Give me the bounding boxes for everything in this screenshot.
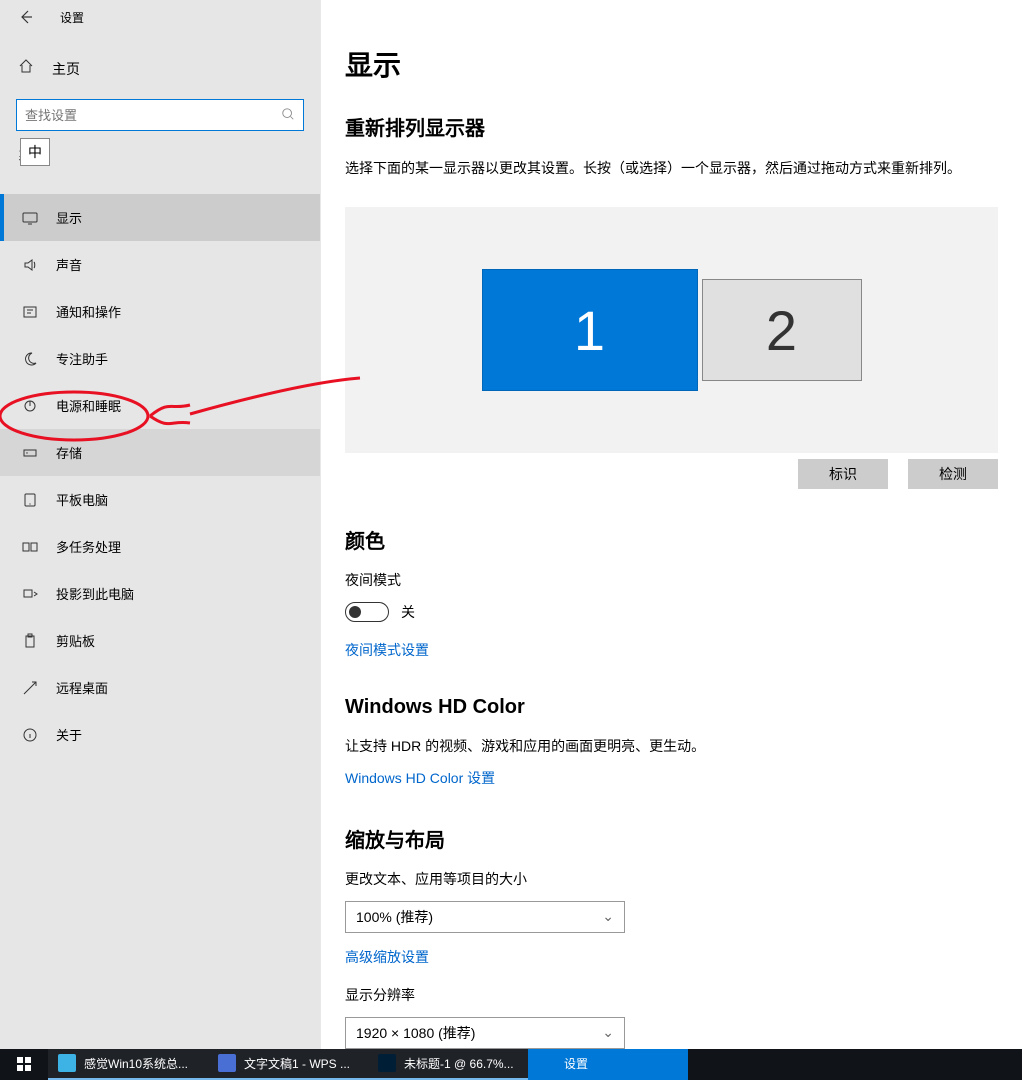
nav-label: 声音 xyxy=(56,255,82,274)
nav-label: 多任务处理 xyxy=(56,537,121,556)
nav-label: 存储 xyxy=(56,443,82,462)
nav-item-9[interactable]: 剪贴板 xyxy=(0,617,320,664)
chevron-down-icon: ⌄ xyxy=(602,908,614,925)
moon-icon xyxy=(22,351,38,367)
monitor-1[interactable]: 1 xyxy=(482,269,698,391)
taskbar-app-1[interactable]: 文字文稿1 - WPS ... xyxy=(208,1049,368,1080)
detect-button[interactable]: 检测 xyxy=(908,459,998,489)
scale-heading: 缩放与布局 xyxy=(345,824,998,853)
resolution-value: 1920 × 1080 (推荐) xyxy=(356,1023,475,1043)
titlebar: 设置 xyxy=(0,0,320,34)
taskbar-label: 感觉Win10系统总... xyxy=(84,1055,188,1072)
hdr-settings-link[interactable]: Windows HD Color 设置 xyxy=(345,770,495,786)
page-title: 显示 xyxy=(345,44,998,84)
nav-item-0[interactable]: 显示 xyxy=(0,194,320,241)
storage-icon xyxy=(22,445,38,461)
window-title: 设置 xyxy=(60,9,84,26)
taskbar-app-0[interactable]: 感觉Win10系统总... xyxy=(48,1049,208,1080)
nav-item-2[interactable]: 通知和操作 xyxy=(0,288,320,335)
project-icon xyxy=(22,586,38,602)
main-content: 显示 重新排列显示器 选择下面的某一显示器以更改其设置。长按（或选择）一个显示器… xyxy=(320,0,1022,1049)
nav-label: 显示 xyxy=(56,208,82,227)
multitask-icon xyxy=(22,539,38,555)
nav-item-3[interactable]: 专注助手 xyxy=(0,335,320,382)
nav-item-10[interactable]: 远程桌面 xyxy=(0,664,320,711)
search-icon xyxy=(281,107,295,124)
browser-icon xyxy=(58,1054,76,1072)
taskbar: 感觉Win10系统总... 文字文稿1 - WPS ... 未标题-1 @ 66.7… xyxy=(0,1049,1022,1080)
ps-icon xyxy=(378,1054,396,1072)
nav-item-11[interactable]: 关于 xyxy=(0,711,320,758)
gear-icon xyxy=(538,1054,556,1072)
nav-item-6[interactable]: 平板电脑 xyxy=(0,476,320,523)
power-icon xyxy=(22,398,38,414)
text-size-dropdown[interactable]: 100% (推荐) ⌄ xyxy=(345,901,625,933)
rearrange-heading: 重新排列显示器 xyxy=(345,112,998,141)
text-size-value: 100% (推荐) xyxy=(356,907,433,927)
nav-label: 平板电脑 xyxy=(56,490,108,509)
nav-item-4[interactable]: 电源和睡眠 xyxy=(0,382,320,429)
nav-label: 通知和操作 xyxy=(56,302,121,321)
hdr-desc: 让支持 HDR 的视频、游戏和应用的画面更明亮、更生动。 xyxy=(345,735,998,757)
nav-item-5[interactable]: 存储 xyxy=(0,429,320,476)
sidebar: 设置 主页 中 系统 显示声音通知和操作专注助手电源和睡眠存储平板电脑多任务处理… xyxy=(0,0,320,1049)
home-nav[interactable]: 主页 xyxy=(0,48,320,89)
nav-item-1[interactable]: 声音 xyxy=(0,241,320,288)
nav-label: 关于 xyxy=(56,725,82,744)
advanced-scale-link[interactable]: 高级缩放设置 xyxy=(345,949,429,965)
clipboard-icon xyxy=(22,633,38,649)
info-icon xyxy=(22,727,38,743)
nav-item-8[interactable]: 投影到此电脑 xyxy=(0,570,320,617)
back-button[interactable] xyxy=(16,7,36,27)
night-mode-label: 夜间模式 xyxy=(345,570,998,590)
start-button[interactable] xyxy=(0,1049,48,1080)
sound-icon xyxy=(22,257,38,273)
search-box[interactable] xyxy=(16,99,304,131)
rearrange-desc: 选择下面的某一显示器以更改其设置。长按（或选择）一个显示器，然后通过拖动方式来重… xyxy=(345,157,998,179)
chevron-down-icon: ⌄ xyxy=(602,1024,614,1041)
monitor-2[interactable]: 2 xyxy=(702,279,862,381)
ime-badge[interactable]: 中 xyxy=(20,138,50,166)
taskbar-label: 文字文稿1 - WPS ... xyxy=(244,1055,350,1072)
taskbar-label: 设置 xyxy=(564,1055,588,1072)
monitor-arrangement[interactable]: 1 2 xyxy=(345,207,998,453)
resolution-dropdown[interactable]: 1920 × 1080 (推荐) ⌄ xyxy=(345,1017,625,1049)
taskbar-label: 未标题-1 @ 66.7%... xyxy=(404,1055,514,1072)
home-icon xyxy=(18,58,34,79)
night-mode-settings-link[interactable]: 夜间模式设置 xyxy=(345,642,429,658)
nav-item-7[interactable]: 多任务处理 xyxy=(0,523,320,570)
tablet-icon xyxy=(22,492,38,508)
nav-label: 剪贴板 xyxy=(56,631,95,650)
nav-label: 远程桌面 xyxy=(56,678,108,697)
nav-label: 投影到此电脑 xyxy=(56,584,134,603)
hdr-heading: Windows HD Color xyxy=(345,696,998,719)
remote-icon xyxy=(22,680,38,696)
notification-icon xyxy=(22,304,38,320)
nav-label: 专注助手 xyxy=(56,349,108,368)
color-heading: 颜色 xyxy=(345,525,998,554)
monitor-icon xyxy=(22,210,38,226)
taskbar-app-2[interactable]: 未标题-1 @ 66.7%... xyxy=(368,1049,528,1080)
wps-icon xyxy=(218,1054,236,1072)
search-input[interactable] xyxy=(25,108,281,123)
nav-list: 显示声音通知和操作专注助手电源和睡眠存储平板电脑多任务处理投影到此电脑剪贴板远程… xyxy=(0,194,320,758)
text-size-label: 更改文本、应用等项目的大小 xyxy=(345,869,998,889)
night-mode-toggle[interactable] xyxy=(345,602,389,622)
nav-label: 电源和睡眠 xyxy=(56,396,121,415)
home-label: 主页 xyxy=(52,59,80,79)
night-mode-state: 关 xyxy=(401,602,415,622)
resolution-label: 显示分辨率 xyxy=(345,985,998,1005)
taskbar-app-3[interactable]: 设置 xyxy=(528,1049,688,1080)
identify-button[interactable]: 标识 xyxy=(798,459,888,489)
